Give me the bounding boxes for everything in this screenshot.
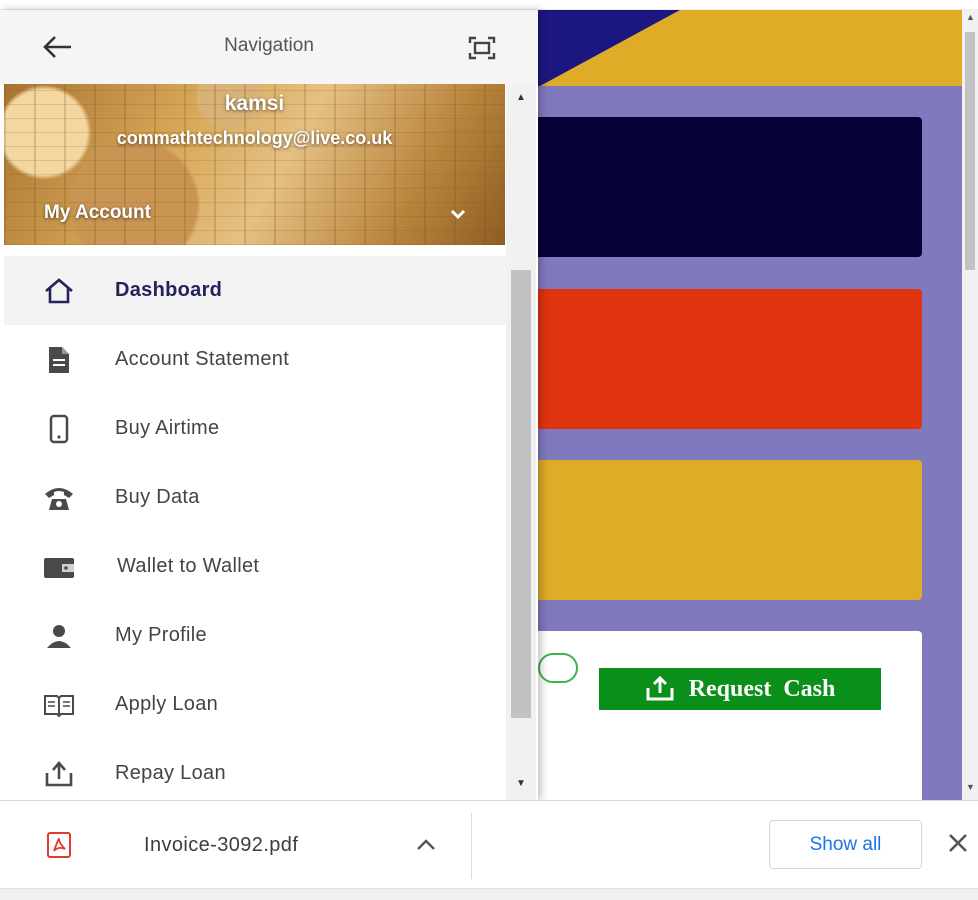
download-bar: Invoice-3092.pdf Show all xyxy=(0,800,978,888)
window-top-edge xyxy=(0,0,978,10)
card-dark[interactable] xyxy=(534,117,922,257)
sidebar-item-buy-data[interactable]: Buy Data xyxy=(4,463,506,532)
toggle-switch[interactable] xyxy=(538,653,578,683)
sidebar-item-label: Buy Data xyxy=(115,486,200,508)
drawer-header: Navigation xyxy=(0,10,538,84)
sidebar-item-label: Dashboard xyxy=(115,279,223,301)
request-cash-label: Request Cash xyxy=(688,675,836,702)
person-icon xyxy=(42,619,76,653)
pdf-icon xyxy=(47,832,71,858)
book-icon xyxy=(42,688,76,722)
drawer-scrollbar[interactable]: ▲ ▼ xyxy=(506,84,536,800)
request-cash-button[interactable]: Request Cash xyxy=(599,668,881,710)
document-icon xyxy=(42,343,76,377)
upload-icon xyxy=(42,757,76,791)
sidebar-item-label: Account Statement xyxy=(115,348,290,370)
sidebar-item-account-statement[interactable]: Account Statement xyxy=(4,325,506,394)
sidebar-item-dashboard[interactable]: Dashboard xyxy=(4,256,506,325)
user-email: commathtechnology@live.co.uk xyxy=(116,128,393,148)
close-icon[interactable] xyxy=(944,829,972,857)
expand-icon[interactable] xyxy=(466,34,498,62)
phone-icon xyxy=(42,412,76,446)
drawer-title: Navigation xyxy=(224,35,314,56)
scroll-up-arrow[interactable]: ▲ xyxy=(966,12,975,22)
sidebar-item-label: My Profile xyxy=(115,624,207,646)
card-yellow[interactable] xyxy=(534,460,922,600)
chevron-up-icon[interactable] xyxy=(413,834,439,856)
divider xyxy=(471,813,472,879)
sidebar-item-wallet-to-wallet[interactable]: Wallet to Wallet xyxy=(4,532,506,601)
sidebar-item-label: Repay Loan xyxy=(115,762,226,784)
drawer-scroll-thumb[interactable] xyxy=(511,270,531,718)
chevron-down-icon[interactable] xyxy=(446,202,470,226)
download-filename: Invoice-3092.pdf xyxy=(144,834,299,856)
window-bottom-edge xyxy=(0,888,978,900)
sidebar-item-label: Buy Airtime xyxy=(115,417,220,439)
sidebar-item-apply-loan[interactable]: Apply Loan xyxy=(4,670,506,739)
wallet-icon xyxy=(42,550,76,584)
sidebar-item-label: Wallet to Wallet xyxy=(117,555,260,577)
download-item[interactable]: Invoice-3092.pdf xyxy=(0,801,470,889)
page-scrollbar[interactable]: ▲ ▼ xyxy=(962,10,978,800)
drawer-scroll-up-arrow[interactable]: ▲ xyxy=(516,92,526,103)
user-name: kamsi xyxy=(224,92,285,115)
sidebar-item-my-profile[interactable]: My Profile xyxy=(4,601,506,670)
sidebar-item-label: Apply Loan xyxy=(115,693,219,715)
home-icon xyxy=(42,274,76,308)
page-scroll-thumb[interactable] xyxy=(965,32,975,270)
sidebar-item-repay-loan[interactable]: Repay Loan xyxy=(4,739,506,800)
my-account-toggle[interactable]: My Account xyxy=(44,202,151,224)
card-white xyxy=(534,631,922,800)
show-all-button[interactable]: Show all xyxy=(769,820,922,869)
navigation-drawer: Navigation kamsi commathtechnology@live.… xyxy=(0,10,538,800)
nav-list: Dashboard Account Statement Buy Airtime … xyxy=(4,256,506,800)
telephone-icon xyxy=(42,481,76,515)
upload-icon xyxy=(646,676,674,701)
scroll-down-arrow[interactable]: ▼ xyxy=(966,782,975,792)
profile-header: kamsi commathtechnology@live.co.uk My Ac… xyxy=(4,84,505,245)
sidebar-item-buy-airtime[interactable]: Buy Airtime xyxy=(4,394,506,463)
drawer-scroll-down-arrow[interactable]: ▼ xyxy=(516,778,526,789)
card-red[interactable] xyxy=(534,289,922,429)
